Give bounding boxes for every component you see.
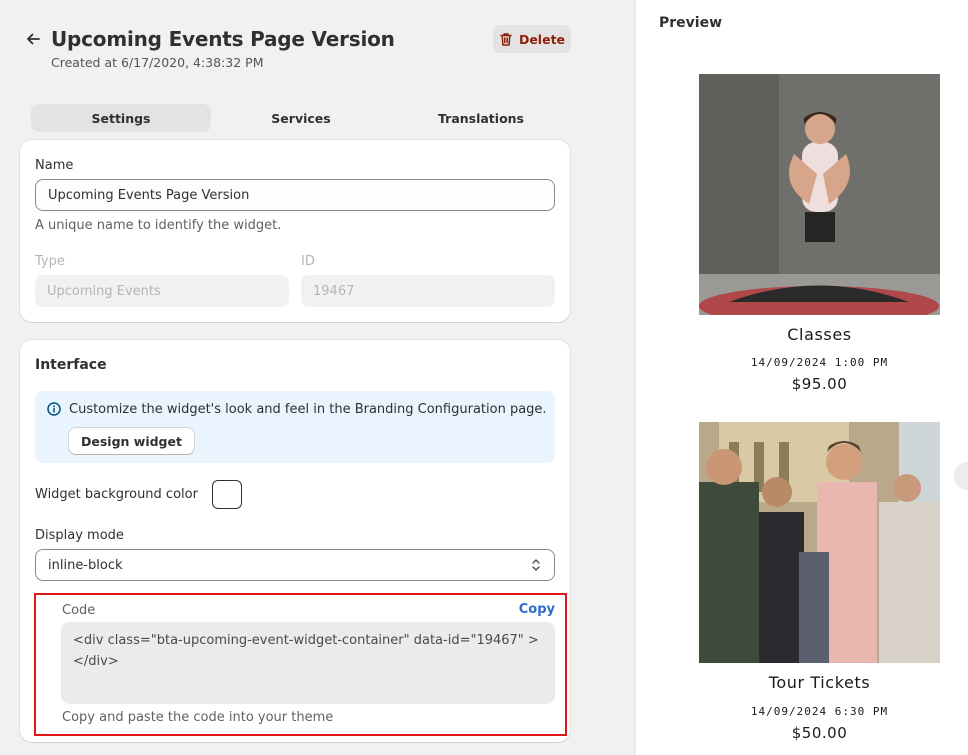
preview-title: Preview: [659, 15, 723, 31]
interface-title: Interface: [35, 357, 107, 373]
event-image-classes: [699, 74, 940, 315]
event-date: 14/09/2024 1:00 PM: [750, 356, 889, 369]
code-label: Code: [62, 603, 96, 618]
back-button[interactable]: [22, 28, 44, 50]
info-icon: [47, 402, 61, 421]
created-timestamp: Created at 6/17/2020, 4:38:32 PM: [51, 55, 264, 70]
banner-text: Customize the widget's look and feel in …: [69, 402, 547, 417]
name-label: Name: [35, 158, 74, 173]
bg-color-swatch[interactable]: [212, 480, 242, 509]
arrow-left-icon: [27, 33, 40, 45]
tab-services[interactable]: Services: [211, 104, 391, 132]
trash-icon: [500, 32, 512, 46]
code-help: Copy and paste the code into your theme: [62, 710, 334, 725]
code-textarea[interactable]: <div class="bta-upcoming-event-widget-co…: [61, 622, 555, 704]
design-widget-button[interactable]: Design widget: [69, 428, 194, 454]
event-price: $50.00: [791, 724, 848, 742]
id-field: 19467: [301, 275, 555, 307]
delete-label: Delete: [518, 31, 566, 47]
name-field[interactable]: Upcoming Events Page Version: [35, 179, 555, 211]
event-image-tour-tickets: [699, 422, 940, 663]
select-chevron-icon: [532, 559, 540, 571]
name-help: A unique name to identify the widget.: [35, 218, 282, 233]
display-mode-value: inline-block: [48, 557, 123, 573]
display-mode-label: Display mode: [35, 528, 124, 543]
code-line-2: </div>: [73, 654, 119, 669]
event-date: 14/09/2024 6:30 PM: [750, 705, 889, 718]
carousel-next-button[interactable]: [954, 462, 968, 490]
event-price: $95.00: [791, 375, 848, 393]
tab-translations[interactable]: Translations: [391, 104, 571, 132]
display-mode-select[interactable]: inline-block: [35, 549, 555, 581]
event-name: Classes: [787, 325, 852, 344]
tab-settings[interactable]: Settings: [31, 104, 211, 132]
copy-button[interactable]: Copy: [519, 602, 555, 617]
code-highlight: Code Copy <div class="bta-upcoming-event…: [34, 593, 567, 736]
preview-panel: Preview Classes 14/09/2024 1:00 PM $95.0…: [636, 0, 968, 755]
id-label: ID: [301, 254, 315, 269]
delete-button[interactable]: Delete: [493, 25, 571, 53]
tab-bar: Settings Services Translations: [31, 104, 571, 132]
info-banner: Customize the widget's look and feel in …: [35, 391, 555, 463]
type-field: Upcoming Events: [35, 275, 289, 307]
interface-card: Interface Customize the widget's look an…: [20, 340, 570, 742]
page-title: Upcoming Events Page Version: [51, 27, 395, 51]
general-card: Name Upcoming Events Page Version A uniq…: [20, 140, 570, 322]
type-label: Type: [35, 254, 65, 269]
event-name: Tour Tickets: [768, 673, 871, 692]
code-line-1: <div class="bta-upcoming-event-widget-co…: [73, 633, 539, 648]
settings-panel: Upcoming Events Page Version Created at …: [0, 0, 635, 755]
bg-color-label: Widget background color: [35, 487, 198, 502]
